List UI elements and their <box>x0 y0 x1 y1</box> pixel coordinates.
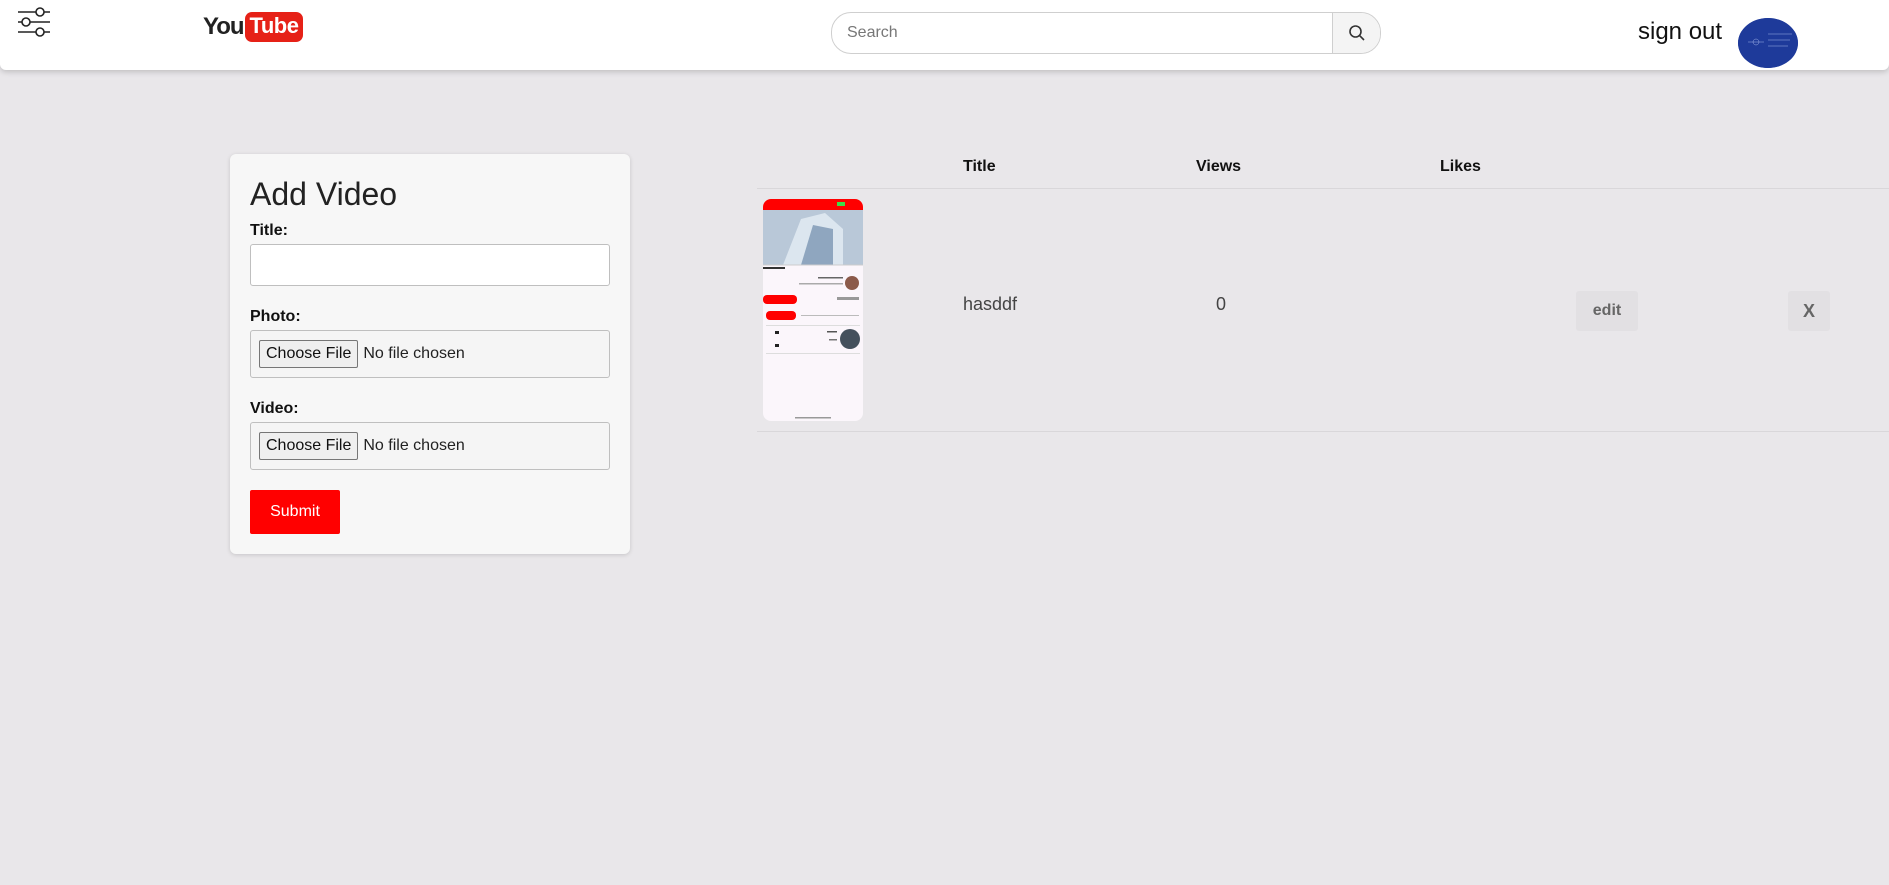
youtube-logo[interactable]: You Tube <box>203 12 304 42</box>
search-bar <box>831 12 1381 54</box>
video-label: Video: <box>250 400 299 417</box>
table-header-divider <box>757 188 1889 189</box>
video-no-file-text: No file chosen <box>363 437 465 454</box>
photo-choose-file-button[interactable]: Choose File <box>259 340 359 368</box>
add-video-card: Add Video Title: Photo: Choose File No f… <box>230 154 630 554</box>
search-icon <box>1348 25 1365 41</box>
title-input[interactable] <box>250 244 610 286</box>
top-navbar: You Tube sign out <box>0 0 1889 70</box>
search-button[interactable] <box>1332 13 1380 53</box>
sign-out-link[interactable]: sign out <box>1638 18 1722 46</box>
menu-sliders-icon[interactable] <box>16 6 52 38</box>
submit-button[interactable]: Submit <box>250 490 340 534</box>
video-thumbnail[interactable] <box>763 199 863 421</box>
avatar[interactable] <box>1738 18 1798 68</box>
photo-file-input: Choose File No file chosen <box>250 330 610 378</box>
photo-label: Photo: <box>250 308 301 325</box>
logo-you-text: You <box>203 13 245 40</box>
table-header-likes: Likes <box>1440 158 1481 175</box>
table-row-divider <box>757 431 1889 432</box>
table-header-title: Title <box>963 158 996 175</box>
search-input[interactable] <box>832 13 1332 53</box>
video-title-cell: hasddf <box>963 294 1018 314</box>
title-label: Title: <box>250 222 288 239</box>
video-views-cell: 0 <box>1216 294 1227 314</box>
table-header-views: Views <box>1196 158 1242 175</box>
photo-no-file-text: No file chosen <box>363 345 465 362</box>
logo-tube-text: Tube <box>244 12 304 42</box>
form-title: Add Video <box>250 176 398 212</box>
video-choose-file-button[interactable]: Choose File <box>259 432 359 460</box>
delete-button[interactable]: X <box>1788 291 1830 331</box>
edit-button[interactable]: edit <box>1576 291 1638 331</box>
video-file-input: Choose File No file chosen <box>250 422 610 470</box>
